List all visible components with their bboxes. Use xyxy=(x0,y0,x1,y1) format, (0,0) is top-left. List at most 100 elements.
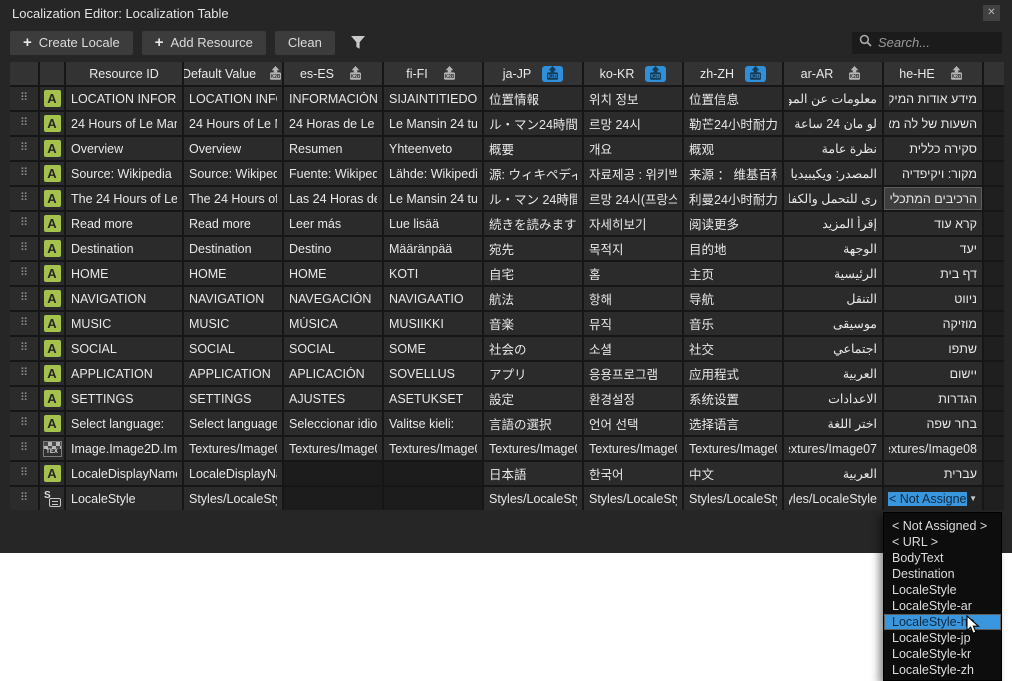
dropdown-item[interactable]: LocaleStyle-ar xyxy=(884,598,1001,614)
column-header[interactable]: he-HEK2B xyxy=(884,62,982,85)
table-cell[interactable]: Textures/Image07 xyxy=(784,437,882,460)
table-cell-empty[interactable] xyxy=(284,462,382,485)
table-cell[interactable]: סקירה כללית xyxy=(884,137,982,160)
table-cell[interactable]: Fuente: Wikipedia xyxy=(284,162,382,185)
table-cell[interactable]: 选择语言 xyxy=(684,412,782,435)
table-cell[interactable]: Textures/Image02 xyxy=(284,437,382,460)
table-cell[interactable]: יישום xyxy=(884,362,982,385)
table-cell[interactable]: Read more xyxy=(66,212,182,235)
dropdown-item[interactable]: LocaleStyle-zh xyxy=(884,662,1001,678)
table-cell[interactable]: 应用程式 xyxy=(684,362,782,385)
table-cell[interactable]: The 24 Hours of L xyxy=(184,187,282,210)
table-cell[interactable]: 르망 24시 xyxy=(584,112,682,135)
table-cell[interactable]: Destination xyxy=(66,237,182,260)
row-drag-handle[interactable]: ⠿ xyxy=(10,87,38,110)
row-drag-handle[interactable]: ⠿ xyxy=(10,462,38,485)
table-cell[interactable]: 宛先 xyxy=(484,237,582,260)
row-drag-handle[interactable]: ⠿ xyxy=(10,337,38,360)
table-cell[interactable]: הרכיבים המתכלים... xyxy=(884,187,982,210)
table-cell[interactable]: 자세히보기 xyxy=(584,212,682,235)
table-cell[interactable]: APLICACIÓN xyxy=(284,362,382,385)
row-drag-handle[interactable]: ⠿ xyxy=(10,437,38,460)
table-cell[interactable]: AJUSTES xyxy=(284,387,382,410)
table-cell[interactable]: اختر اللغة xyxy=(784,412,882,435)
table-cell[interactable]: Leer más xyxy=(284,212,382,235)
table-cell[interactable]: 設定 xyxy=(484,387,582,410)
table-cell[interactable]: 자료제공 : 위키백 xyxy=(584,162,682,185)
clean-button[interactable]: Clean xyxy=(275,31,335,55)
table-cell[interactable]: SOCIAL xyxy=(66,337,182,360)
table-cell[interactable]: Styles/LocaleStyle xyxy=(484,487,582,510)
table-cell[interactable]: الرئيسية xyxy=(784,262,882,285)
filter-icon[interactable] xyxy=(350,36,366,50)
table-cell[interactable]: מקור: ויקיפדיה xyxy=(884,162,982,185)
table-cell[interactable]: HOME xyxy=(66,262,182,285)
table-cell[interactable]: 主页 xyxy=(684,262,782,285)
table-cell[interactable]: HOME xyxy=(284,262,382,285)
table-cell[interactable]: Textures/Image05 xyxy=(584,437,682,460)
table-cell[interactable]: 한국어 xyxy=(584,462,682,485)
table-cell[interactable]: Select language: xyxy=(66,412,182,435)
table-cell[interactable]: MÚSICA xyxy=(284,312,382,335)
dropdown-item[interactable]: < Not Assigned > xyxy=(884,518,1001,534)
dropdown-item[interactable]: Destination xyxy=(884,566,1001,582)
row-drag-handle[interactable]: ⠿ xyxy=(10,187,38,210)
chevron-down-icon[interactable]: ▼ xyxy=(967,494,979,503)
table-cell[interactable]: SOVELLUS xyxy=(384,362,482,385)
table-cell[interactable]: Le Mansin 24 tunn xyxy=(384,187,482,210)
dropdown-item[interactable]: LocaleStyle-he xyxy=(884,614,1001,630)
table-cell[interactable]: 社交 xyxy=(684,337,782,360)
table-cell[interactable]: 航法 xyxy=(484,287,582,310)
search-input[interactable] xyxy=(878,35,995,50)
table-cell[interactable]: LocaleDisplayNam xyxy=(184,462,282,485)
table-cell[interactable]: 응용프로그램 xyxy=(584,362,682,385)
table-cell[interactable]: 개요 xyxy=(584,137,682,160)
row-drag-handle[interactable]: ⠿ xyxy=(10,237,38,260)
table-cell[interactable]: דף בית xyxy=(884,262,982,285)
table-cell[interactable]: Styles/LocaleStyle xyxy=(784,487,882,510)
add-resource-button[interactable]: + Add Resource xyxy=(142,31,266,55)
table-cell[interactable]: SOCIAL xyxy=(184,337,282,360)
row-drag-handle[interactable]: ⠿ xyxy=(10,137,38,160)
table-cell[interactable]: NAVIGATION xyxy=(184,287,282,310)
table-cell[interactable]: 源: ウィキペディア xyxy=(484,162,582,185)
table-cell[interactable]: Textures/Image06 xyxy=(684,437,782,460)
table-cell-empty[interactable] xyxy=(384,487,482,510)
table-cell[interactable]: MUSIC xyxy=(66,312,182,335)
table-cell[interactable]: 르망 24시(프랑스 xyxy=(584,187,682,210)
table-cell[interactable]: Read more xyxy=(184,212,282,235)
table-cell[interactable]: Destino xyxy=(284,237,382,260)
table-cell[interactable]: SIJAINTITIEDOT xyxy=(384,87,482,110)
table-cell[interactable]: INFORMACIÓN D xyxy=(284,87,382,110)
table-cell[interactable]: NAVIGATION xyxy=(66,287,182,310)
row-drag-handle[interactable]: ⠿ xyxy=(10,162,38,185)
table-cell[interactable]: ניווט xyxy=(884,287,982,310)
table-cell[interactable]: 自宅 xyxy=(484,262,582,285)
row-drag-handle[interactable]: ⠿ xyxy=(10,212,38,235)
column-header[interactable]: Default ValueK2B xyxy=(184,62,282,85)
table-cell[interactable]: Textures/Image01 xyxy=(184,437,282,460)
column-sync-icon[interactable]: K2B xyxy=(946,66,967,82)
table-cell[interactable]: HOME xyxy=(184,262,282,285)
table-cell[interactable]: Select language: xyxy=(184,412,282,435)
column-header[interactable]: ar-ARK2B xyxy=(784,62,882,85)
column-sync-icon[interactable]: K2B xyxy=(439,66,460,82)
table-cell[interactable]: 항해 xyxy=(584,287,682,310)
locale-style-combo[interactable]: < Not Assigne▼ xyxy=(884,487,982,510)
table-cell[interactable]: لو مان 24 ساعة xyxy=(784,112,882,135)
table-cell[interactable]: 환경설정 xyxy=(584,387,682,410)
table-cell[interactable]: Styles/LocaleStyle xyxy=(184,487,282,510)
row-drag-handle[interactable]: ⠿ xyxy=(10,312,38,335)
table-cell[interactable]: معلومات عن الموقع xyxy=(784,87,882,110)
row-drag-handle[interactable]: ⠿ xyxy=(10,487,38,510)
table-cell[interactable]: קרא עוד xyxy=(884,212,982,235)
table-cell[interactable]: اجتماعي xyxy=(784,337,882,360)
table-cell[interactable]: Textures/Image08 xyxy=(884,437,982,460)
table-cell[interactable]: المصدر: ويكيبيديا xyxy=(784,162,882,185)
row-drag-handle[interactable]: ⠿ xyxy=(10,262,38,285)
table-cell[interactable]: Textures/Image04 xyxy=(484,437,582,460)
dropdown-item[interactable]: LocaleStyle-kr xyxy=(884,646,1001,662)
table-cell[interactable]: SETTINGS xyxy=(184,387,282,410)
table-cell[interactable]: Styles/LocaleStyle xyxy=(684,487,782,510)
table-cell[interactable]: בחר שפה xyxy=(884,412,982,435)
